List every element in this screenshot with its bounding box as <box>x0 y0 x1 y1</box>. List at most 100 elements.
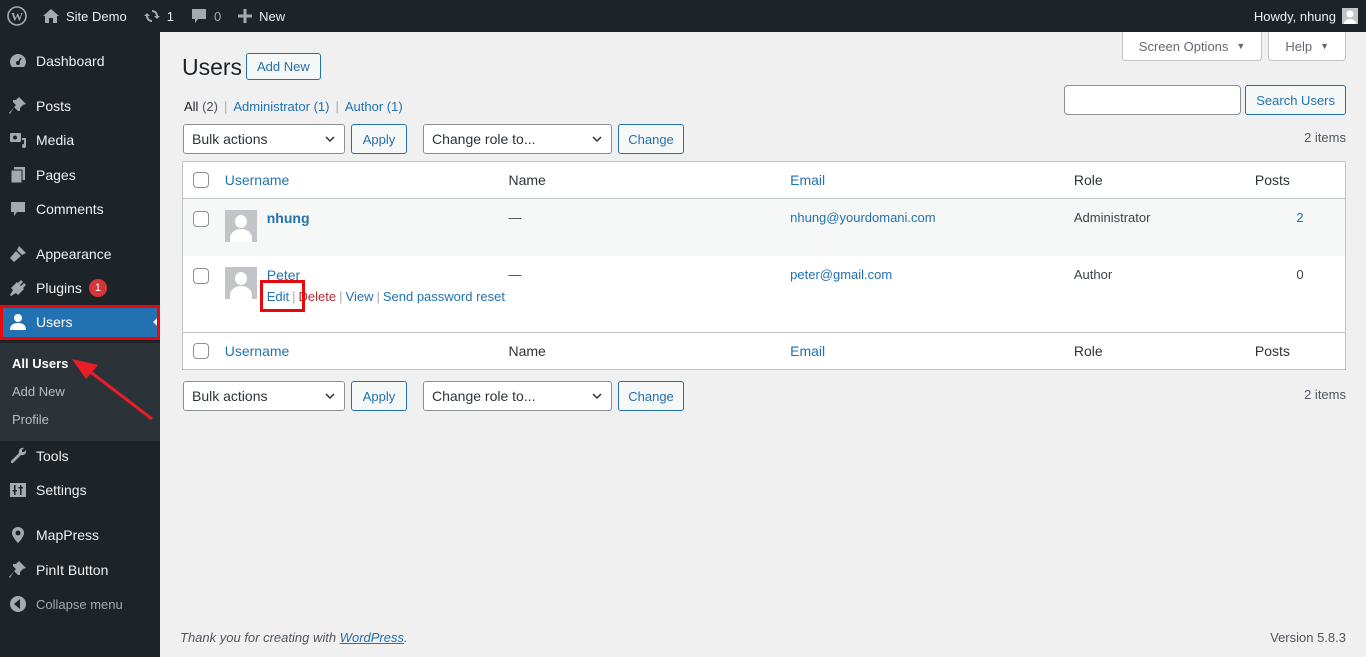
username-link[interactable]: Peter <box>267 267 300 283</box>
comments-count: 0 <box>213 8 222 24</box>
sort-email-link[interactable]: Email <box>790 172 825 188</box>
pushpin-icon <box>0 96 36 116</box>
pushpin-icon <box>0 560 36 580</box>
filter-count: (1) <box>386 99 403 114</box>
user-avatar <box>224 210 257 242</box>
add-new-user-button[interactable]: Add New <box>246 53 321 80</box>
sort-username-link[interactable]: Username <box>225 172 290 188</box>
filter-count: (1) <box>313 99 330 114</box>
sort-username-link[interactable]: Username <box>225 343 290 359</box>
filter-all[interactable]: All (2) <box>184 99 218 114</box>
user-icon <box>0 312 36 332</box>
sidebar-label: Settings <box>36 482 87 498</box>
main-content: Screen Options ▼ Help ▼ Users Add New Al… <box>160 32 1366 657</box>
column-header-name: Name <box>508 161 791 199</box>
users-table: Username Name Email Role Posts nhung — n… <box>182 161 1346 370</box>
posts-count-link[interactable]: 2 <box>1296 210 1303 225</box>
sidebar-item-posts[interactable]: Posts <box>0 89 160 123</box>
svg-text:W: W <box>11 10 23 24</box>
site-name-link[interactable]: Site Demo <box>34 0 135 32</box>
sidebar-label: Pages <box>36 167 76 183</box>
screen-options-button[interactable]: Screen Options ▼ <box>1121 32 1263 61</box>
updates-count: 1 <box>166 8 174 24</box>
comment-icon <box>0 199 36 219</box>
chevron-down-icon <box>592 393 602 400</box>
bulk-actions-select[interactable]: Bulk actions <box>183 124 345 154</box>
version-text: Version 5.8.3 <box>1270 630 1346 645</box>
footer: Thank you for creating with WordPress. V… <box>180 630 1346 645</box>
sidebar-item-appearance[interactable]: Appearance <box>0 237 160 271</box>
send-password-reset-link[interactable]: Send password reset <box>383 289 505 304</box>
bulk-actions-select[interactable]: Bulk actions <box>183 381 345 411</box>
sidebar-label: Users <box>36 314 73 330</box>
table-row: nhung — nhung@yourdomani.com Administrat… <box>182 198 1346 256</box>
row-checkbox[interactable] <box>193 211 209 227</box>
chevron-down-icon <box>325 393 335 400</box>
search-users-button[interactable]: Search Users <box>1245 85 1346 115</box>
role-cell: Administrator <box>1073 210 1151 225</box>
delete-user-link[interactable]: Delete <box>299 289 337 304</box>
site-name: Site Demo <box>66 8 127 24</box>
thanks-suffix: . <box>404 630 408 645</box>
sidebar-item-plugins[interactable]: Plugins 1 <box>0 271 160 305</box>
table-footer-row: Username Name Email Role Posts <box>182 332 1346 370</box>
sidebar-label: Media <box>36 132 75 148</box>
screen-meta-links: Screen Options ▼ Help ▼ <box>1121 32 1346 61</box>
sidebar-item-mappress[interactable]: MapPress <box>0 518 160 552</box>
updates-link[interactable]: 1 <box>135 0 182 32</box>
select-all-checkbox[interactable] <box>193 343 209 359</box>
search-box: Search Users <box>1064 85 1346 115</box>
sidebar-label: Collapse menu <box>36 596 123 612</box>
sidebar-item-pages[interactable]: Pages <box>0 158 160 192</box>
sidebar-label: Posts <box>36 98 72 114</box>
sidebar-item-media[interactable]: Media <box>0 123 160 157</box>
help-button[interactable]: Help ▼ <box>1268 32 1346 61</box>
select-all-cell <box>182 161 225 199</box>
home-icon <box>42 8 60 24</box>
change-role-select[interactable]: Change role to... <box>423 381 612 411</box>
sidebar-item-tools[interactable]: Tools <box>0 439 160 473</box>
my-account-link[interactable]: Howdy, nhung <box>1246 0 1366 32</box>
comment-bubble-icon <box>190 7 208 25</box>
tablenav-top: Bulk actions Apply Change role to... Cha… <box>183 124 1346 154</box>
change-role-select[interactable]: Change role to... <box>423 124 612 154</box>
wordpress-logo-icon[interactable]: W <box>0 0 34 32</box>
filter-author[interactable]: Author (1) <box>345 99 403 114</box>
sidebar-item-comments[interactable]: Comments <box>0 192 160 226</box>
role-cell: Author <box>1073 266 1113 282</box>
sidebar-item-dashboard[interactable]: Dashboard <box>0 44 160 78</box>
apply-button[interactable]: Apply <box>351 381 407 411</box>
filter-label: Author <box>344 99 384 114</box>
thanks-text: Thank you for creating with <box>180 630 340 645</box>
change-role-button[interactable]: Change <box>618 381 684 411</box>
settings-icon <box>0 480 36 500</box>
filter-administrator[interactable]: Administrator (1) <box>233 99 329 114</box>
email-link[interactable]: nhung@yourdomani.com <box>790 210 935 225</box>
new-content-link[interactable]: New <box>229 0 293 32</box>
edit-user-link[interactable]: Edit <box>267 289 289 304</box>
sidebar-item-pinit-button[interactable]: PinIt Button <box>0 553 160 587</box>
username-link[interactable]: nhung <box>267 210 310 226</box>
column-footer-posts: Posts <box>1254 332 1346 370</box>
admin-bar: W Site Demo 1 0 New Howdy, nhung <box>0 0 1366 32</box>
sidebar-item-users[interactable]: Users <box>0 305 160 339</box>
admin-sidebar: Dashboard Posts Media Pages Comments App… <box>0 32 160 657</box>
column-footer-role: Role <box>1073 332 1255 370</box>
email-link[interactable]: peter@gmail.com <box>790 267 892 282</box>
apply-button[interactable]: Apply <box>351 124 407 154</box>
search-users-input[interactable] <box>1064 85 1242 115</box>
comments-link[interactable]: 0 <box>182 0 229 32</box>
collapse-menu-button[interactable]: Collapse menu <box>0 587 160 621</box>
select-all-checkbox[interactable] <box>193 172 209 188</box>
view-user-link[interactable]: View <box>346 289 374 304</box>
help-label: Help <box>1285 38 1313 54</box>
wordpress-link[interactable]: WordPress <box>340 630 404 645</box>
sidebar-item-settings[interactable]: Settings <box>0 473 160 507</box>
separator: | <box>292 288 296 304</box>
sort-email-link[interactable]: Email <box>790 343 825 359</box>
row-checkbox[interactable] <box>193 267 209 284</box>
change-role-button[interactable]: Change <box>618 124 684 154</box>
chevron-down-icon <box>592 136 602 143</box>
pages-icon <box>0 165 36 185</box>
separator: | <box>376 288 380 304</box>
